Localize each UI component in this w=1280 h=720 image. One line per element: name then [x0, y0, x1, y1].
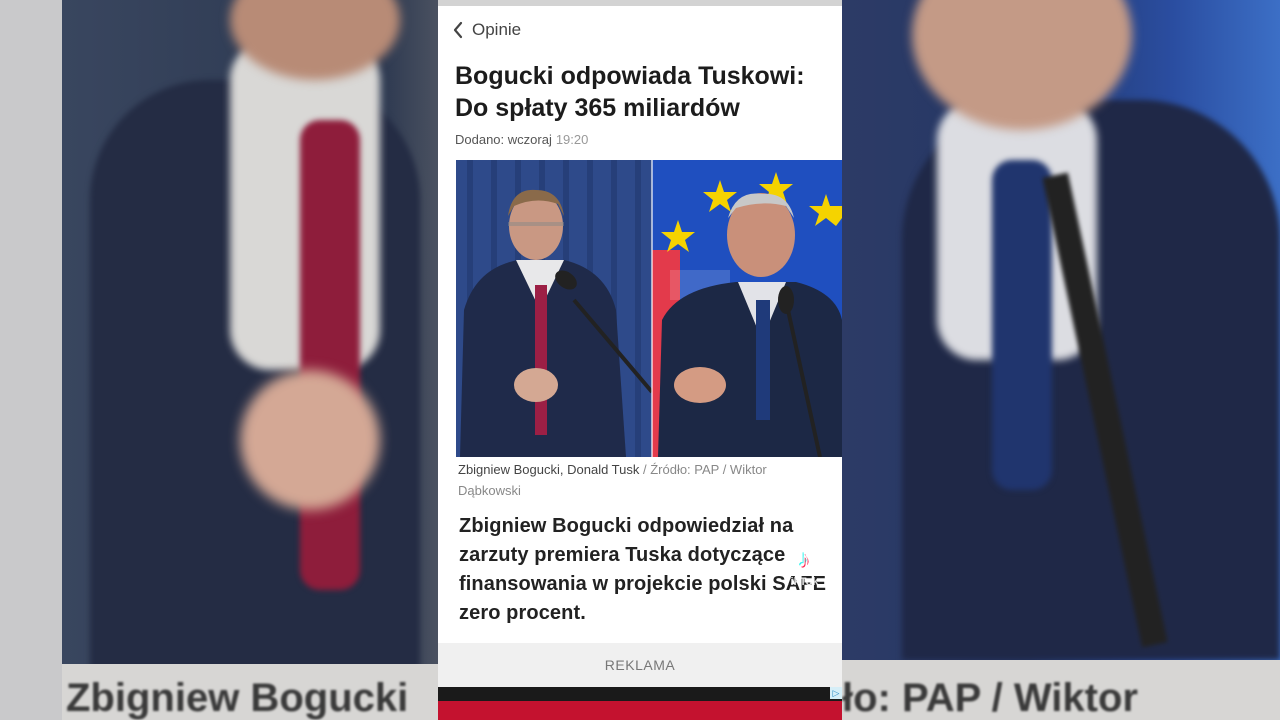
article-meta: Dodano: wczoraj 19:20 — [455, 132, 588, 147]
status-strip — [438, 0, 842, 6]
caption-names: Zbigniew Bogucki, Donald Tusk — [458, 462, 640, 477]
meta-time: 19:20 — [555, 132, 589, 147]
chevron-left-icon[interactable] — [452, 18, 466, 42]
background-right-blur: ło: PAP / Wiktor — [842, 0, 1280, 720]
ad-banner-strip[interactable]: ▷ — [438, 687, 842, 701]
watermark-handle: @albatrosbojownikowolnosc — [688, 594, 815, 605]
background-caption-left: Zbigniew Bogucki — [66, 676, 409, 720]
ad-banner-red[interactable] — [438, 701, 842, 720]
background-left-blur: Zbigniew Bogucki — [0, 0, 438, 720]
phone-article-screen: Opinie Bogucki odpowiada Tuskowi: Do spł… — [438, 0, 842, 720]
back-navigation[interactable]: Opinie — [452, 18, 521, 42]
background-caption-right: ło: PAP / Wiktor — [842, 676, 1138, 720]
meta-added-label: Dodano: wczoraj — [455, 132, 552, 147]
ad-label: REKLAMA — [604, 657, 676, 673]
photo-caption: Zbigniew Bogucki, Donald Tusk / Źródło: … — [458, 459, 828, 501]
tiktok-icon: ♪ — [798, 546, 810, 573]
watermark-brand: TikTok — [784, 576, 819, 588]
article-photo[interactable] — [456, 160, 842, 457]
ad-label-bar: REKLAMA — [438, 643, 842, 687]
adchoices-icon[interactable]: ▷ — [830, 687, 842, 699]
article-headline: Bogucki odpowiada Tuskowi: Do spłaty 365… — [455, 62, 805, 122]
tiktok-watermark: ♪ TikTok @albatrosbojownikowolnosc — [688, 546, 838, 611]
section-label[interactable]: Opinie — [472, 20, 521, 40]
